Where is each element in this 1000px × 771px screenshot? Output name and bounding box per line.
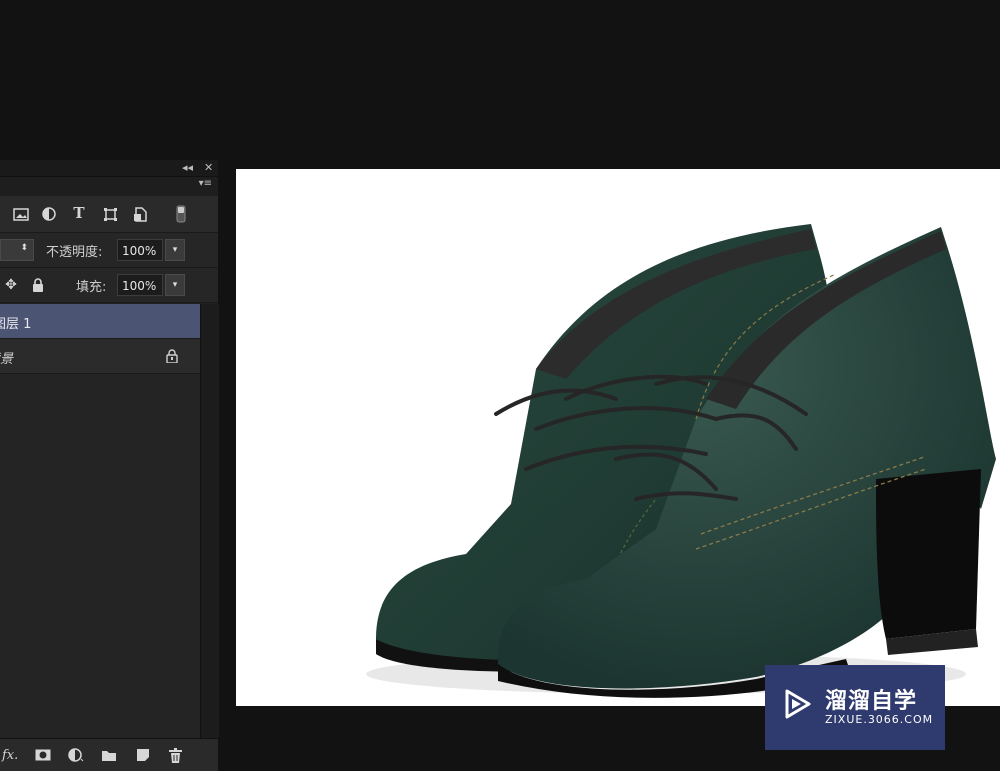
layer-row-background[interactable]: 背景 — [0, 339, 200, 374]
new-group-icon[interactable] — [100, 745, 118, 765]
add-mask-icon[interactable] — [34, 745, 52, 765]
opacity-dropdown-button[interactable]: ▾ — [165, 239, 185, 261]
smart-object-filter-icon[interactable] — [131, 206, 149, 222]
collapse-panel-icon[interactable]: ◂◂ — [182, 161, 193, 175]
adjustment-filter-icon[interactable] — [40, 206, 58, 222]
filter-toggle-icon[interactable] — [174, 204, 188, 224]
delete-layer-icon[interactable] — [166, 745, 184, 765]
layer-lock-icon — [164, 348, 180, 364]
panel-footer: fx. — [0, 738, 218, 771]
opacity-input[interactable]: 100% — [117, 239, 163, 261]
lock-position-icon[interactable]: ✥ — [3, 276, 19, 294]
fill-row: ✥ 填充: 100% ▾ — [0, 268, 218, 303]
layers-scrollbar[interactable] — [200, 304, 219, 738]
watermark-title: 溜溜自学 — [825, 689, 918, 714]
opacity-label: 不透明度: — [46, 245, 103, 260]
layer-row-layer-1[interactable]: 图层 1 — [0, 304, 200, 339]
close-icon[interactable]: ✕ — [204, 161, 213, 175]
panel-titlebar: ◂◂ ✕ — [0, 160, 218, 177]
layer-filter-row: T — [0, 196, 218, 233]
blend-mode-arrow-icon: ⬍ — [20, 243, 28, 253]
panel-menu-icon[interactable]: ▾≡ — [199, 178, 212, 189]
layer-name: 背景 — [0, 352, 14, 367]
layers-panel: ◂◂ ✕ ▾≡ T ⬍ 不透明度: 100% ▾ ✥ 填充: 100% ▾ 层 … — [0, 160, 219, 771]
fill-input[interactable]: 100% — [117, 274, 163, 296]
new-layer-icon[interactable] — [134, 745, 152, 765]
watermark: 溜溜自学 ZIXUE.3066.COM — [765, 665, 945, 750]
shape-filter-icon[interactable] — [101, 206, 119, 222]
image-filter-icon[interactable] — [12, 206, 30, 222]
document-canvas[interactable] — [236, 169, 1000, 706]
type-filter-icon[interactable]: T — [70, 204, 88, 222]
play-logo-icon — [785, 689, 811, 719]
blend-mode-select[interactable]: ⬍ — [0, 239, 34, 261]
layer-name: 图层 1 — [0, 317, 32, 332]
watermark-url: ZIXUE.3066.COM — [825, 713, 934, 726]
fill-dropdown-button[interactable]: ▾ — [165, 274, 185, 296]
fx-icon[interactable]: fx. — [2, 745, 18, 765]
panel-menu-row: ▾≡ — [0, 177, 218, 195]
new-adjustment-layer-icon[interactable] — [66, 745, 86, 765]
opacity-row: ⬍ 不透明度: 100% ▾ — [0, 233, 218, 268]
boots-photo — [366, 224, 996, 698]
layer-list-empty-area — [0, 374, 200, 738]
fill-label: 填充: — [76, 280, 107, 295]
lock-all-icon[interactable] — [30, 276, 46, 294]
